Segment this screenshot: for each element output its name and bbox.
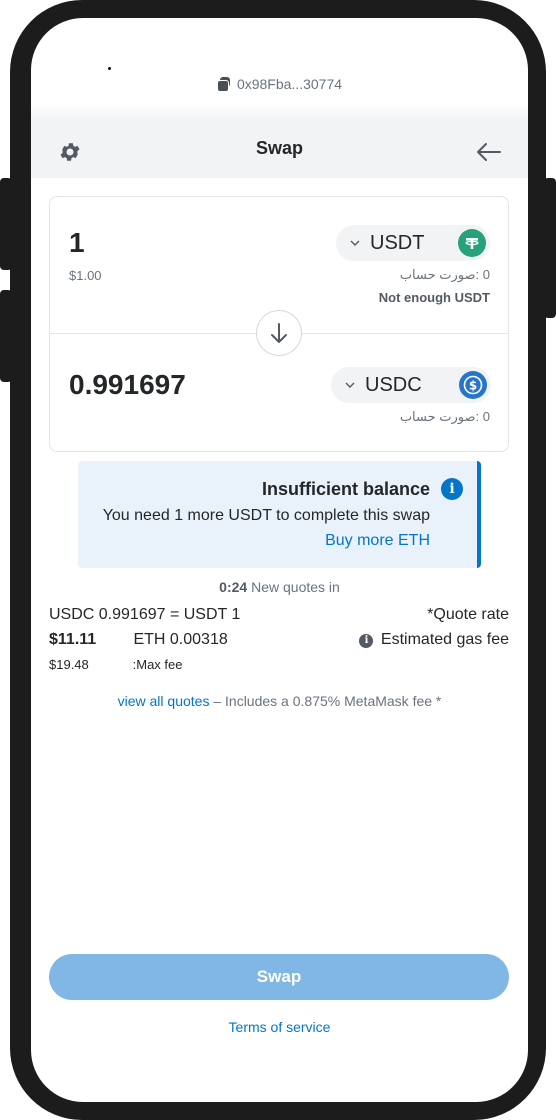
svg-text:$: $	[469, 379, 477, 393]
to-amount: 0.991697	[69, 369, 186, 400]
quote-rate-value: USDC 0.991697 = USDT 1	[49, 606, 241, 623]
arrow-left-icon[interactable]	[474, 140, 502, 164]
chevron-down-icon	[345, 382, 355, 388]
header-shadow	[31, 102, 528, 122]
phone-side-button	[0, 178, 12, 270]
copy-icon[interactable]	[216, 77, 231, 92]
from-token-selector[interactable]: USDT	[336, 225, 490, 261]
countdown-timer: 0:24	[219, 579, 248, 595]
to-token-symbol: USDC	[365, 373, 422, 396]
to-token-selector[interactable]: USDC $	[331, 367, 491, 403]
usdt-token-icon	[458, 229, 486, 257]
info-icon: i	[441, 478, 463, 500]
insufficient-token-warning: Not enough USDT	[378, 290, 490, 305]
swap-header: Swap	[31, 122, 528, 178]
usdc-token-icon: $	[459, 371, 487, 399]
switch-tokens-button[interactable]	[256, 310, 302, 356]
phone-screen: 0x98Fba...30774 Swap 1 $1.00 USDT 0 :صور…	[31, 18, 528, 1102]
swap-card: 1 $1.00 USDT 0 :صورت حساب Not enough USD…	[49, 196, 509, 452]
view-all-quotes-link[interactable]: view all quotes	[118, 693, 210, 709]
gas-fee-label: Estimated gas fee	[380, 631, 509, 648]
to-balance: 0 :صورت حساب	[399, 409, 490, 424]
account-bar[interactable]: 0x98Fba...30774	[31, 73, 528, 95]
quotes-info-line: view all quotes – Includes a 0.875% Meta…	[31, 693, 528, 709]
swap-button[interactable]: Swap	[49, 954, 509, 1000]
from-token-symbol: USDT	[370, 231, 425, 254]
from-amount-input[interactable]: 1	[69, 227, 85, 259]
from-balance: 0 :صورت حساب	[399, 267, 490, 282]
chevron-down-icon	[350, 240, 360, 246]
buy-more-eth-link[interactable]: Buy more ETH	[325, 532, 430, 550]
from-fiat-value: $1.00	[69, 268, 102, 283]
quote-countdown: 0:24 New quotes in	[31, 579, 528, 595]
gas-fee-eth: ETH 0.00318	[133, 631, 228, 648]
camera-dot	[108, 67, 111, 70]
info-icon[interactable]: i	[359, 634, 374, 648]
terms-of-service-link[interactable]: Terms of service	[31, 1019, 528, 1035]
quote-rate-label: *Quote rate	[427, 606, 509, 623]
alert-title: Insufficient balance	[261, 479, 430, 499]
phone-side-button	[544, 178, 556, 318]
countdown-label: New quotes in	[251, 579, 340, 595]
arrow-down-icon	[271, 323, 287, 343]
gas-fee-fiat: $11.11	[49, 631, 97, 648]
insufficient-balance-alert: Insufficient balance i You need 1 more U…	[78, 461, 481, 568]
account-address: 0x98Fba...30774	[236, 76, 343, 92]
max-fee-label: :Max fee	[132, 657, 183, 672]
metamask-fee-note: – Includes a 0.875% MetaMask fee *	[209, 693, 442, 709]
alert-message: You need 1 more USDT to complete this sw…	[102, 507, 430, 524]
phone-side-button	[0, 290, 12, 382]
max-fee-fiat: $19.48	[49, 657, 89, 672]
page-title: Swap	[255, 138, 303, 158]
